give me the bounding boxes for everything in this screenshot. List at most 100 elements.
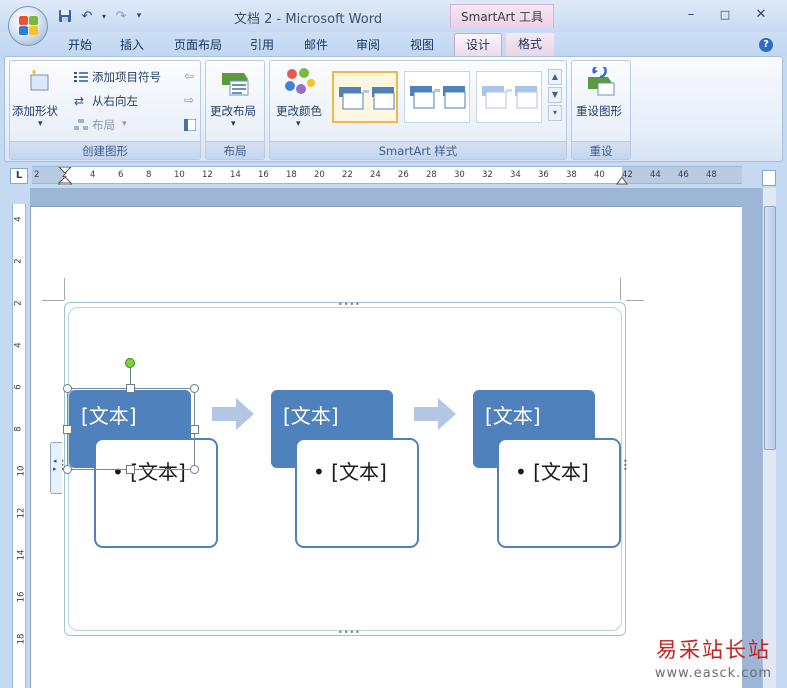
ruler-h-number: 36: [538, 170, 549, 180]
resize-handle-ne[interactable]: [190, 384, 199, 393]
gallery-up-icon[interactable]: ▲: [548, 69, 562, 85]
frame-handle-bottom[interactable]: ••••: [338, 628, 361, 637]
scrollbar-thumb[interactable]: [764, 206, 776, 450]
ruler-v-number: 4: [13, 216, 24, 222]
tab-home[interactable]: 开始: [68, 36, 92, 53]
arrow-right-icon[interactable]: [212, 398, 254, 430]
change-colors-button[interactable]: 更改颜色: [276, 103, 322, 119]
tab-design[interactable]: 设计: [454, 33, 502, 57]
text-pane-toggle[interactable]: ◂ ▸: [50, 442, 62, 494]
node-3-body-shape[interactable]: • [文本]: [497, 438, 621, 548]
resize-handle-s[interactable]: [126, 465, 135, 474]
crop-mark: [42, 300, 64, 301]
change-layout-button[interactable]: 更改布局: [210, 103, 256, 119]
resize-handle-nw[interactable]: [63, 384, 72, 393]
layout-small-icon: [74, 119, 88, 131]
change-layout-dropdown-icon[interactable]: ▾: [231, 119, 236, 129]
change-colors-icon[interactable]: [284, 67, 316, 97]
add-shape-dropdown-icon[interactable]: ▾: [38, 119, 43, 129]
node-2-title[interactable]: [文本]: [283, 404, 339, 428]
ruler-h-number: 6: [118, 170, 124, 180]
reset-graphic-button[interactable]: 重设图形: [576, 103, 622, 119]
add-bullet-button[interactable]: 添加项目符号: [92, 69, 161, 85]
ruler-v-number: 12: [16, 507, 27, 519]
ruler-h-number: 46: [678, 170, 689, 180]
tab-page-layout[interactable]: 页面布局: [174, 36, 222, 53]
ruler-h-number: 16: [258, 170, 269, 180]
smartart-tools-label: SmartArt 工具: [450, 4, 554, 28]
tab-references[interactable]: 引用: [250, 36, 274, 53]
bullet-list-icon: [74, 71, 88, 83]
quick-access-toolbar: ↶ ▾ ↷ ▾: [56, 6, 144, 26]
ribbon-tabs: 开始 插入 页面布局 引用 邮件 审阅 视图 设计 格式 ?: [0, 32, 787, 57]
customize-toolbar-icon[interactable]: ▾: [134, 7, 144, 25]
resize-handle-w[interactable]: [63, 425, 72, 434]
text-pane-icon[interactable]: [183, 118, 197, 132]
crop-mark: [626, 300, 644, 301]
change-layout-icon[interactable]: [220, 69, 252, 97]
office-button[interactable]: [8, 6, 48, 46]
horizontal-ruler[interactable]: 2 2 4 6 8 10 12 14 16 18 20 22 24 26 28 30 32 34 36 38 40 42 4…: [32, 166, 742, 185]
watermark-title: 易采站长站: [656, 638, 771, 662]
resize-handle-sw[interactable]: [63, 465, 72, 474]
redo-icon[interactable]: ↷: [112, 7, 130, 25]
view-ruler-toggle-icon[interactable]: [762, 170, 776, 186]
group-layouts: 更改布局 ▾ 布局: [205, 60, 265, 160]
ruler-h-number: 22: [342, 170, 353, 180]
node-2-body-shape[interactable]: • [文本]: [295, 438, 419, 548]
expand-icon: ◂ ▸: [53, 457, 57, 473]
reset-graphic-icon[interactable]: [586, 63, 618, 97]
node-3-title[interactable]: [文本]: [485, 404, 541, 428]
tab-mailings[interactable]: 邮件: [304, 36, 328, 53]
help-icon[interactable]: ?: [759, 38, 773, 52]
tab-selector[interactable]: L: [10, 168, 28, 184]
tab-view[interactable]: 视图: [410, 36, 434, 53]
ruler-h-number: 2: [34, 170, 40, 180]
node-3-bullet[interactable]: • [文本]: [515, 460, 589, 484]
resize-handle-se[interactable]: [190, 465, 199, 474]
frame-handle-top[interactable]: ••••: [338, 300, 361, 309]
add-shape-button[interactable]: 添加形状: [12, 103, 58, 119]
tab-format[interactable]: 格式: [506, 33, 554, 57]
window-title: 文档 2 - Microsoft Word: [234, 12, 383, 27]
ruler-h-number: 24: [370, 170, 381, 180]
right-to-left-button[interactable]: 从右向左: [92, 93, 138, 109]
save-icon[interactable]: [56, 7, 74, 25]
change-colors-dropdown-icon[interactable]: ▾: [296, 119, 301, 129]
right-indent-marker-icon[interactable]: [616, 175, 628, 185]
node-2-bullet[interactable]: • [文本]: [313, 460, 387, 484]
gallery-down-icon[interactable]: ▼: [548, 87, 562, 103]
close-button[interactable]: ✕: [750, 6, 772, 24]
arrow-right-icon[interactable]: [414, 398, 456, 430]
dropdown-icon[interactable]: ▾: [100, 7, 108, 25]
maximize-button[interactable]: □: [714, 6, 736, 24]
resize-handle-n[interactable]: [126, 384, 135, 393]
group-create-graphic: 添加形状 ▾ 添加项目符号 ⇄ 从右向左 布局 ▾ ⇦ ⇨ 创建图形: [9, 60, 201, 160]
vertical-scrollbar[interactable]: [762, 188, 776, 688]
add-shape-icon[interactable]: [26, 69, 52, 93]
minimize-button[interactable]: –: [680, 6, 702, 24]
tab-review[interactable]: 审阅: [356, 36, 380, 53]
ruler-v-number: 2: [13, 300, 24, 306]
frame-handle-right[interactable]: • • •: [623, 458, 628, 474]
ruler-h-number: 26: [398, 170, 409, 180]
indent-marker-icon[interactable]: [58, 167, 72, 185]
ruler-h-number: 18: [286, 170, 297, 180]
style-thumb-simple[interactable]: [332, 71, 398, 123]
resize-handle-e[interactable]: [190, 425, 199, 434]
undo-icon[interactable]: ↶: [78, 7, 96, 25]
ruler-h-number: 12: [202, 170, 213, 180]
group-label-create-graphic: 创建图形: [10, 141, 200, 159]
vertical-ruler[interactable]: 4 2 2 4 6 8 10 12 14 16 18: [12, 204, 26, 688]
group-label-layouts: 布局: [206, 141, 264, 159]
style-gallery: [328, 67, 560, 127]
ruler-h-number: 14: [230, 170, 241, 180]
rotation-handle[interactable]: [125, 358, 135, 368]
tab-insert[interactable]: 插入: [120, 36, 144, 53]
ruler-h-number: 20: [314, 170, 325, 180]
ruler-v-number: 14: [16, 549, 27, 561]
style-thumb-shadow[interactable]: [404, 71, 470, 123]
gallery-more-icon[interactable]: ▾: [548, 105, 562, 121]
style-thumb-light[interactable]: [476, 71, 542, 123]
crop-mark: [64, 278, 65, 300]
